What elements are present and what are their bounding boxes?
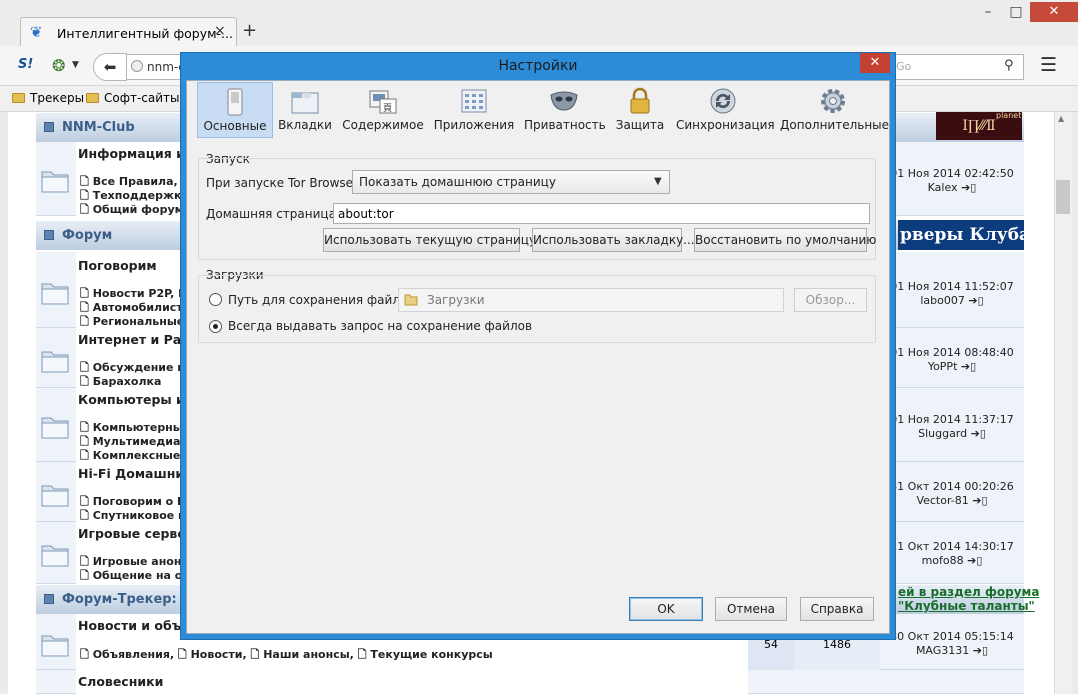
folder-icon xyxy=(404,294,418,306)
search-placeholder: Go xyxy=(896,60,912,73)
last-post: 01 Ноя 2014 11:37:17 Sluggard ➔▯ xyxy=(880,413,1024,441)
on-start-select[interactable]: Показать домашнюю страницу xyxy=(352,170,670,194)
category-icon xyxy=(44,122,54,132)
lock-icon xyxy=(630,87,650,114)
tab-title: Интеллигентный форум-... xyxy=(57,26,233,41)
goto-post-icon[interactable]: ➔▯ xyxy=(972,494,987,507)
window-tabs-icon xyxy=(291,92,319,114)
goto-post-icon[interactable]: ➔▯ xyxy=(961,181,976,194)
browser-tab[interactable]: Интеллигентный форум-... xyxy=(20,17,237,47)
tab-general[interactable]: Основные xyxy=(197,82,273,138)
switch-icon xyxy=(227,88,243,116)
folder-icon xyxy=(41,283,69,305)
last-post: 01 Ноя 2014 08:48:40 YoPPt ➔▯ xyxy=(880,346,1024,374)
sync-icon xyxy=(710,88,736,114)
tab-close-icon[interactable]: × xyxy=(214,23,226,39)
globe-icon xyxy=(131,60,143,72)
dialog-close-button[interactable]: ✕ xyxy=(860,53,890,73)
folder-icon xyxy=(41,171,69,193)
ok-button[interactable]: OK xyxy=(629,597,703,621)
use-bookmark-button[interactable]: Использовать закладку... xyxy=(532,228,695,252)
chevron-down-icon[interactable]: ▼ xyxy=(654,176,662,187)
forum-title[interactable]: Компьютеры и г xyxy=(78,392,196,407)
home-page-input[interactable]: about:tor xyxy=(333,203,870,224)
tab-security[interactable]: Защита xyxy=(614,82,666,138)
save-path-field: Загрузки xyxy=(398,288,784,312)
chevron-down-icon[interactable]: ▼ xyxy=(72,60,79,70)
cancel-button[interactable]: Отмена xyxy=(715,597,787,621)
always-ask-radio[interactable] xyxy=(209,320,222,333)
tab-sync[interactable]: Синхронизация xyxy=(676,82,775,138)
restore-default-button[interactable]: Восстановить по умолчанию xyxy=(694,228,876,252)
folder-icon xyxy=(41,351,69,373)
last-post: 31 Окт 2014 00:20:26 Vector-81 ➔▯ xyxy=(880,480,1024,508)
maximize-button[interactable]: □ xyxy=(1004,4,1028,20)
onion-icon[interactable]: ❂ xyxy=(52,56,65,75)
folder-icon xyxy=(41,417,69,439)
folder-icon xyxy=(12,93,25,103)
tab-tabs[interactable]: Вкладки xyxy=(275,82,335,138)
use-current-page-button[interactable]: Использовать текущую страницу xyxy=(323,228,536,252)
search-icon[interactable]: ⚲ xyxy=(1004,58,1014,73)
last-post: 01 Ноя 2014 02:42:50 Kalex ➔▯ xyxy=(880,167,1024,195)
tab-advanced[interactable]: Дополнительные xyxy=(780,82,889,138)
subforum-link[interactable]: 🗋 Общий форум xyxy=(80,201,184,220)
mask-icon xyxy=(550,91,578,111)
always-ask-label[interactable]: Всегда выдавать запрос на сохранение фай… xyxy=(228,319,532,333)
last-post-date: 01 Ноя 2014 02:42:50 xyxy=(890,167,1014,180)
category-icon xyxy=(44,230,54,240)
folder-icon xyxy=(41,545,69,567)
dialog-title: Настройки xyxy=(498,58,578,74)
forum-title[interactable]: Словесники xyxy=(78,674,163,689)
goto-post-icon[interactable]: ➔▯ xyxy=(973,644,988,657)
minimize-button[interactable]: – xyxy=(976,4,1000,20)
subforum-link[interactable]: 🗋 Объявления, 🗋 Новости, 🗋 Наши анонсы, … xyxy=(80,646,493,665)
tab-applications[interactable]: Приложения xyxy=(433,82,515,138)
goto-post-icon[interactable]: ➔▯ xyxy=(961,360,976,373)
forum-title[interactable]: Новости и объя xyxy=(78,618,189,633)
forum-title[interactable]: Hi-Fi Домашний xyxy=(78,466,193,481)
tab-content[interactable]: 頁 Содержимое xyxy=(341,82,425,138)
forum-title[interactable]: Игровые сервер xyxy=(78,526,195,541)
bookmark-soft-sites[interactable]: Софт-сайты xyxy=(86,91,180,105)
scrollbar-thumb[interactable] xyxy=(1056,180,1070,214)
banner-small-text: planet xyxy=(996,111,1022,120)
content-page-icon: 頁 xyxy=(369,90,397,114)
promo-link[interactable]: ей в раздел форума "Клубные таланты" xyxy=(898,585,1039,613)
folder-icon xyxy=(41,635,69,657)
browse-button[interactable]: Обзор... xyxy=(794,288,867,312)
goto-post-icon[interactable]: ➔▯ xyxy=(971,427,986,440)
forum-cell xyxy=(76,670,748,694)
last-post-user[interactable]: Kalex xyxy=(928,181,958,194)
save-path-radio[interactable] xyxy=(209,293,222,306)
servers-banner[interactable]: рверы Клуба xyxy=(898,220,1024,250)
site-logo-icon[interactable]: S! xyxy=(18,57,33,72)
new-tab-button[interactable]: + xyxy=(242,20,257,41)
window-close-button[interactable]: ✕ xyxy=(1030,2,1078,22)
butterfly-icon: ❦ xyxy=(30,23,43,41)
forum-title[interactable]: Поговорим xyxy=(78,258,157,273)
category-icon xyxy=(44,594,54,604)
home-page-label: Домашняя страница: xyxy=(206,207,340,221)
goto-post-icon[interactable]: ➔▯ xyxy=(967,554,982,567)
gear-icon xyxy=(821,89,845,113)
folder-icon xyxy=(86,93,99,103)
last-post: 30 Окт 2014 05:15:14 MAG3131 ➔▯ xyxy=(880,630,1024,658)
help-button[interactable]: Справка xyxy=(800,597,874,621)
back-button[interactable]: ⬅ xyxy=(93,53,127,81)
goto-post-icon[interactable]: ➔▯ xyxy=(968,294,983,307)
tab-privacy[interactable]: Приватность xyxy=(524,82,606,138)
save-path-label[interactable]: Путь для сохранения файлов xyxy=(228,293,414,307)
applications-icon xyxy=(461,89,487,113)
arrow-left-icon: ⬅ xyxy=(103,58,117,76)
last-post: 21 Окт 2014 14:30:17 mofo88 ➔▯ xyxy=(880,540,1024,568)
on-start-label: При запуске Tor Browser: xyxy=(206,176,362,190)
bookmark-trackers[interactable]: Трекеры xyxy=(12,91,84,105)
scroll-up-icon[interactable]: ▲ xyxy=(1058,114,1064,123)
hamburger-menu-icon[interactable]: ☰ xyxy=(1040,54,1057,76)
folder-icon xyxy=(41,485,69,507)
svg-text:頁: 頁 xyxy=(383,103,392,114)
last-post: 01 Ноя 2014 11:52:07 labo007 ➔▯ xyxy=(880,280,1024,308)
